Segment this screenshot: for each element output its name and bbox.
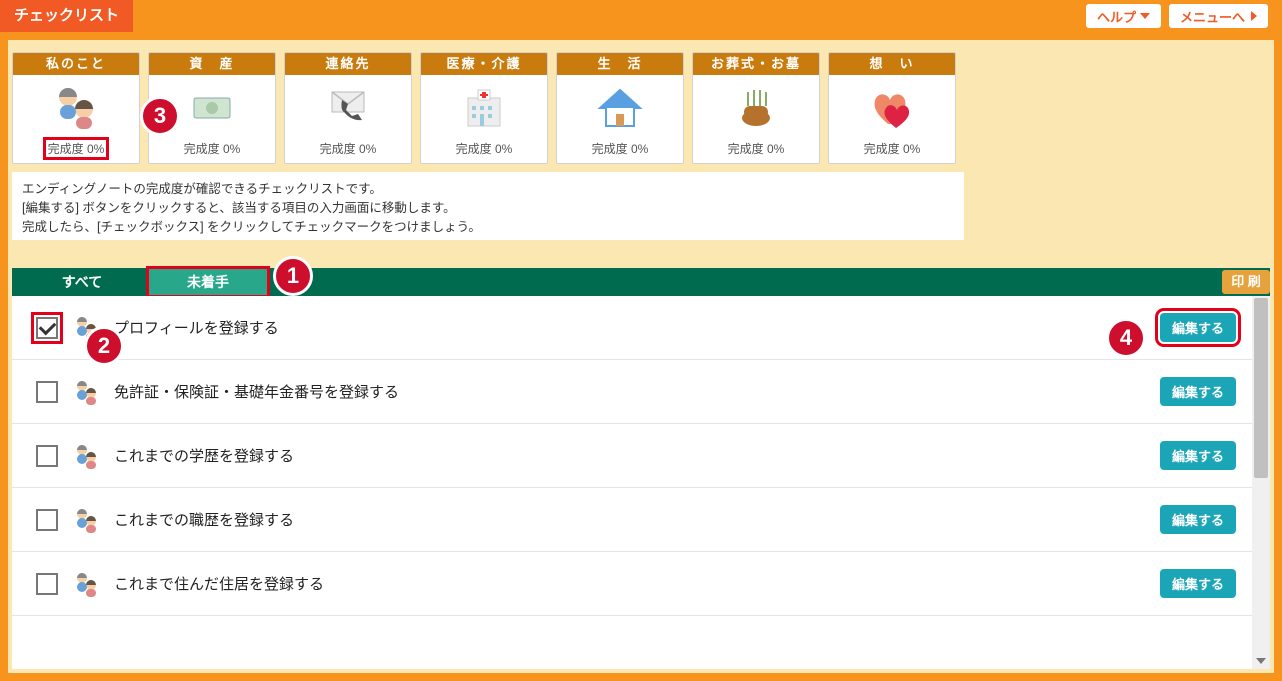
- people-icon: [72, 314, 100, 342]
- checkbox[interactable]: [36, 317, 58, 339]
- scrollbar[interactable]: [1252, 296, 1270, 669]
- category-card-5[interactable]: お葬式・お墓完成度 0%: [692, 52, 820, 164]
- edit-button[interactable]: 編集する: [1160, 377, 1236, 406]
- category-card-1[interactable]: 資 産完成度 0%: [148, 52, 276, 164]
- scroll-down-arrow[interactable]: [1252, 653, 1270, 669]
- description-box: エンディングノートの完成度が確認できるチェックリストです。 [編集する] ボタン…: [12, 172, 964, 240]
- checklist-row: 免許証・保険証・基礎年金番号を登録する 編集する: [12, 360, 1252, 424]
- people-icon: [72, 506, 100, 534]
- category-title: 医療・介護: [421, 53, 547, 75]
- category-progress: 完成度 0%: [149, 140, 275, 163]
- tabs-row: すべて 未着手 印 刷: [12, 258, 1270, 296]
- category-row: 私のこと完成度 0%資 産完成度 0%連絡先完成度 0%医療・介護完成度 0%生…: [12, 52, 956, 164]
- category-card-2[interactable]: 連絡先完成度 0%: [284, 52, 412, 164]
- row-label: これまで住んだ住居を登録する: [114, 573, 324, 594]
- row-label: プロフィールを登録する: [114, 317, 279, 338]
- checklist-row: プロフィールを登録する 編集する: [12, 296, 1252, 360]
- category-title: 私のこと: [13, 53, 139, 75]
- topbar: チェックリスト ヘルプ メニューへ: [0, 0, 1282, 32]
- category-progress: 完成度 0%: [285, 140, 411, 163]
- category-progress: 完成度 0%: [829, 140, 955, 163]
- edit-button[interactable]: 編集する: [1160, 569, 1236, 598]
- funeral-icon: [693, 75, 819, 140]
- category-progress: 完成度 0%: [693, 140, 819, 163]
- edit-button[interactable]: 編集する: [1160, 505, 1236, 534]
- category-card-6[interactable]: 想 い完成度 0%: [828, 52, 956, 164]
- people-icon: [72, 442, 100, 470]
- money-icon: [149, 75, 275, 140]
- people-icon: [13, 75, 139, 138]
- checklist-scroll: プロフィールを登録する編集する免許証・保険証・基礎年金番号を登録する編集するこれ…: [12, 296, 1252, 669]
- help-button[interactable]: ヘルプ: [1086, 4, 1161, 28]
- category-progress: 完成度 0%: [557, 140, 683, 163]
- description-line: 完成したら、[チェックボックス] をクリックしてチェックマークをつけましょう。: [22, 218, 954, 237]
- checkbox[interactable]: [36, 509, 58, 531]
- house-icon: [557, 75, 683, 140]
- checkbox[interactable]: [36, 381, 58, 403]
- page-title-tab: チェックリスト: [0, 0, 133, 32]
- checklist-row: これまでの学歴を登録する 編集する: [12, 424, 1252, 488]
- row-label: これまでの職歴を登録する: [114, 509, 294, 530]
- edit-button[interactable]: 編集する: [1160, 313, 1236, 342]
- checklist-row: これまでの職歴を登録する 編集する: [12, 488, 1252, 552]
- help-button-label: ヘルプ: [1097, 7, 1136, 26]
- bottom-strip: [0, 673, 1282, 681]
- checkbox[interactable]: [36, 445, 58, 467]
- tab-pending[interactable]: 未着手: [148, 268, 268, 296]
- category-progress: 完成度 0%: [421, 140, 547, 163]
- caret-down-icon: [1140, 13, 1150, 19]
- caret-right-icon: [1251, 11, 1257, 21]
- row-label: これまでの学歴を登録する: [114, 445, 294, 466]
- category-card-0[interactable]: 私のこと完成度 0%: [12, 52, 140, 164]
- heart-icon: [829, 75, 955, 140]
- main-canvas: 私のこと完成度 0%資 産完成度 0%連絡先完成度 0%医療・介護完成度 0%生…: [8, 40, 1274, 673]
- people-icon: [72, 378, 100, 406]
- medical-icon: [421, 75, 547, 140]
- category-card-3[interactable]: 医療・介護完成度 0%: [420, 52, 548, 164]
- menu-button-label: メニューへ: [1180, 7, 1245, 26]
- checkbox[interactable]: [36, 573, 58, 595]
- edit-button[interactable]: 編集する: [1160, 441, 1236, 470]
- scroll-thumb[interactable]: [1254, 298, 1268, 478]
- menu-button[interactable]: メニューへ: [1169, 4, 1268, 28]
- row-label: 免許証・保険証・基礎年金番号を登録する: [114, 381, 399, 402]
- category-title: 生 活: [557, 53, 683, 75]
- checklist-panel: プロフィールを登録する編集する免許証・保険証・基礎年金番号を登録する編集するこれ…: [12, 296, 1270, 669]
- people-icon: [72, 570, 100, 598]
- category-progress: 完成度 0%: [44, 138, 109, 159]
- tab-all[interactable]: すべて: [22, 268, 142, 296]
- description-line: エンディングノートの完成度が確認できるチェックリストです。: [22, 180, 954, 199]
- contact-icon: [285, 75, 411, 140]
- category-title: 想 い: [829, 53, 955, 75]
- category-title: 資 産: [149, 53, 275, 75]
- category-title: 連絡先: [285, 53, 411, 75]
- checklist-row: これまで住んだ住居を登録する 編集する: [12, 552, 1252, 616]
- description-line: [編集する] ボタンをクリックすると、該当する項目の入力画面に移動します。: [22, 199, 954, 218]
- category-card-4[interactable]: 生 活完成度 0%: [556, 52, 684, 164]
- print-button[interactable]: 印 刷: [1222, 270, 1270, 294]
- category-title: お葬式・お墓: [693, 53, 819, 75]
